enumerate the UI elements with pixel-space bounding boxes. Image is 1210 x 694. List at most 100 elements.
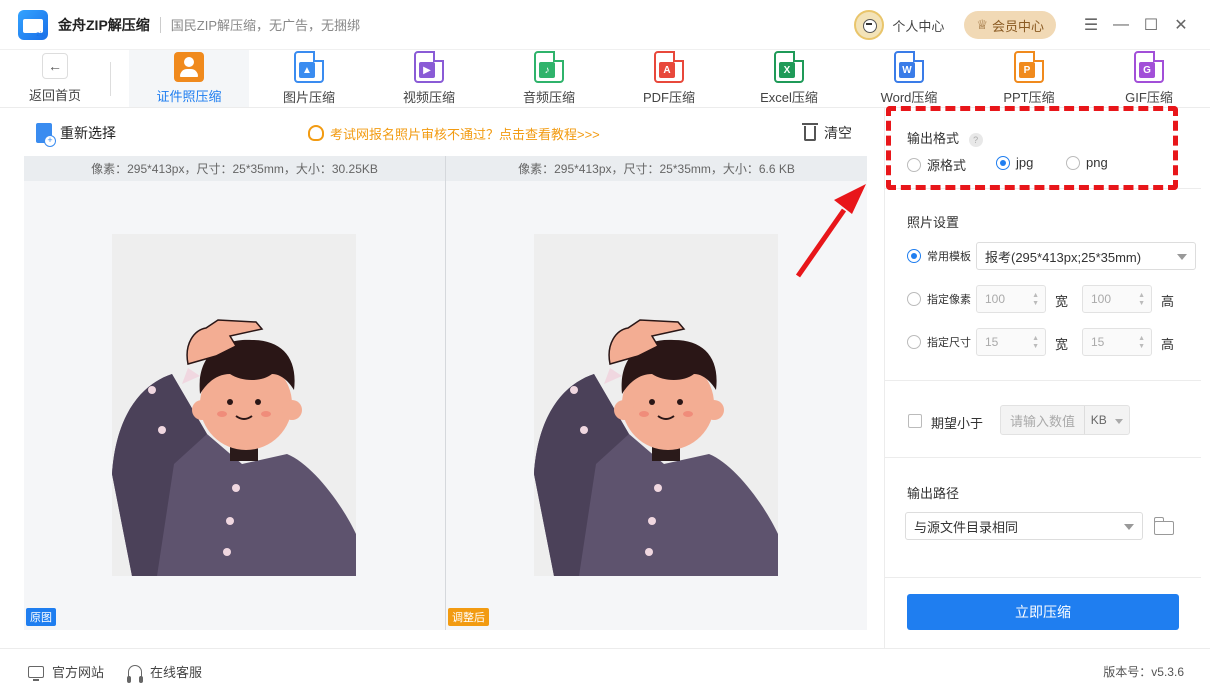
- tab-id-photo[interactable]: 证件照压缩: [129, 50, 249, 107]
- close-icon[interactable]: ✕: [1166, 10, 1196, 40]
- annotation-highlight-box: [886, 106, 1178, 190]
- trash-icon: [802, 122, 818, 141]
- maximize-icon[interactable]: ☐: [1136, 10, 1166, 40]
- back-home-label: 返回首页: [28, 88, 81, 103]
- tutorial-text: 考试网报名照片审核不通过？点击查看教程>>>: [330, 126, 600, 142]
- size-option[interactable]: 指定尺寸: [907, 334, 971, 350]
- output-path-label: 输出路径: [907, 486, 960, 501]
- expect-size-input[interactable]: 请输入数值 KB: [1000, 405, 1130, 435]
- tutorial-link[interactable]: 考试网报名照片审核不通过？点击查看教程>>>: [308, 124, 600, 143]
- crown-icon: ♕: [976, 17, 988, 32]
- excel-file-icon: X: [774, 51, 804, 83]
- tab-label: Excel压缩: [760, 90, 818, 105]
- tab-label: 视频压缩: [402, 90, 455, 105]
- size-height-value: 15: [1091, 335, 1105, 349]
- official-website-link[interactable]: 官方网站: [28, 662, 104, 681]
- pixel-width-value: 100: [985, 292, 1006, 306]
- height-unit: 高: [1161, 294, 1175, 309]
- template-option[interactable]: 常用模板: [907, 248, 971, 264]
- stepper-arrows-icon: ▲ ▼: [1032, 292, 1039, 307]
- original-preview: 像素：295*413px，尺寸：25*35mm，大小：30.25KB 原图: [24, 156, 445, 630]
- headset-icon: [127, 664, 144, 683]
- arrow-left-icon: ←: [42, 53, 68, 79]
- stepper-arrows-icon: ▲ ▼: [1138, 292, 1145, 307]
- pixel-height-stepper[interactable]: 100 ▲ ▼: [1082, 285, 1152, 313]
- pixel-width-stepper[interactable]: 100 ▲ ▼: [976, 285, 1046, 313]
- online-service-link[interactable]: 在线客服: [127, 662, 203, 683]
- original-info: 像素：295*413px，尺寸：25*35mm，大小：30.25KB: [24, 156, 445, 181]
- pixel-option[interactable]: 指定像素: [907, 291, 971, 307]
- radio-selected-icon: [907, 249, 921, 263]
- divider: [885, 457, 1201, 458]
- word-file-icon: W: [894, 51, 924, 83]
- tab-label: 图片压缩: [282, 90, 335, 105]
- template-label: 常用模板: [927, 251, 971, 263]
- status-bar: 官方网站 在线客服 版本号：v5.3.6: [0, 648, 1210, 694]
- stepper-arrows-icon: ▲ ▼: [1138, 335, 1145, 350]
- clear-label: 清空: [824, 125, 852, 141]
- app-slogan: 国民ZIP解压缩，无广告，无捆绑: [170, 18, 361, 33]
- tab-label: PDF压缩: [642, 90, 695, 105]
- size-width-stepper[interactable]: 15 ▲ ▼: [976, 328, 1046, 356]
- gif-file-icon: G: [1134, 51, 1164, 83]
- tab-audio[interactable]: ♪ 音频压缩: [489, 50, 609, 107]
- id-photo-icon: [174, 52, 204, 82]
- online-service-label: 在线客服: [150, 665, 203, 680]
- folder-icon[interactable]: [1154, 517, 1174, 535]
- tab-label: PPT压缩: [1003, 90, 1055, 105]
- tab-ppt[interactable]: P PPT压缩: [969, 50, 1089, 107]
- expect-placeholder: 请输入数值: [1010, 413, 1076, 429]
- expect-checkbox[interactable]: [908, 414, 922, 428]
- size-height-stepper[interactable]: 15 ▲ ▼: [1082, 328, 1152, 356]
- tab-word[interactable]: W Word压缩: [849, 50, 969, 107]
- output-path-value: 与源文件目录相同: [914, 519, 1019, 535]
- annotation-arrow-icon: [795, 184, 866, 278]
- tab-video[interactable]: ▶ 视频压缩: [369, 50, 489, 107]
- audio-file-icon: ♪: [534, 51, 564, 83]
- radio-icon: [907, 335, 921, 349]
- minimize-icon[interactable]: —: [1106, 10, 1136, 40]
- adjusted-photo: [534, 234, 778, 576]
- template-select[interactable]: 报考(295*413px;25*35mm): [976, 242, 1196, 270]
- monitor-icon: [28, 665, 44, 681]
- tab-excel[interactable]: X Excel压缩: [729, 50, 849, 107]
- tab-label: Word压缩: [880, 90, 938, 105]
- avatar-icon[interactable]: [854, 10, 885, 40]
- image-file-icon: ▲: [294, 51, 324, 83]
- vip-center-button[interactable]: ♕ 会员中心: [964, 11, 1056, 39]
- chevron-down-icon: [1124, 524, 1134, 530]
- reselect-label: 重新选择: [60, 125, 116, 141]
- ppt-file-icon: P: [1014, 51, 1044, 83]
- tab-pdf[interactable]: A PDF压缩: [609, 50, 729, 107]
- original-photo: [112, 234, 356, 576]
- reselect-button[interactable]: 重新选择: [36, 123, 116, 147]
- size-width-value: 15: [985, 335, 999, 349]
- tab-image[interactable]: ▲ 图片压缩: [249, 50, 369, 107]
- person-illustration: [534, 319, 778, 576]
- compress-now-button[interactable]: 立即压缩: [907, 594, 1179, 630]
- divider: [885, 577, 1201, 578]
- width-unit: 宽: [1055, 337, 1069, 352]
- template-value: 报考(295*413px;25*35mm): [985, 249, 1142, 265]
- add-file-icon: [36, 123, 56, 147]
- function-toolbar: ← 返回首页 证件照压缩 ▲ 图片压缩 ▶ 视频压缩 ♪ 音频压缩 A PDF压…: [0, 50, 1210, 108]
- toolbar-divider: [110, 62, 111, 96]
- app-logo-icon: [18, 9, 48, 40]
- version-label: 版本号：v5.3.6: [1103, 665, 1184, 679]
- title-bar: 金舟ZIP解压缩 国民ZIP解压缩，无广告，无捆绑 个人中心 ♕ 会员中心 ☰ …: [0, 0, 1210, 50]
- original-badge: 原图: [26, 608, 56, 626]
- divider: [885, 380, 1201, 381]
- photo-settings-label: 照片设置: [907, 215, 960, 230]
- tab-label: 音频压缩: [522, 90, 575, 105]
- title-divider: [159, 16, 161, 33]
- user-center-link[interactable]: 个人中心: [892, 16, 944, 35]
- person-illustration: [112, 319, 356, 576]
- back-home-button[interactable]: ← 返回首页: [0, 50, 110, 107]
- app-name: 金舟ZIP解压缩: [58, 16, 150, 33]
- tab-gif[interactable]: G GIF压缩: [1089, 50, 1209, 107]
- menu-icon[interactable]: ☰: [1076, 10, 1106, 40]
- output-path-select[interactable]: 与源文件目录相同: [905, 512, 1143, 540]
- size-unit-select[interactable]: KB: [1083, 406, 1129, 434]
- clear-button[interactable]: 清空: [802, 122, 852, 143]
- adjusted-badge: 调整后: [448, 608, 489, 626]
